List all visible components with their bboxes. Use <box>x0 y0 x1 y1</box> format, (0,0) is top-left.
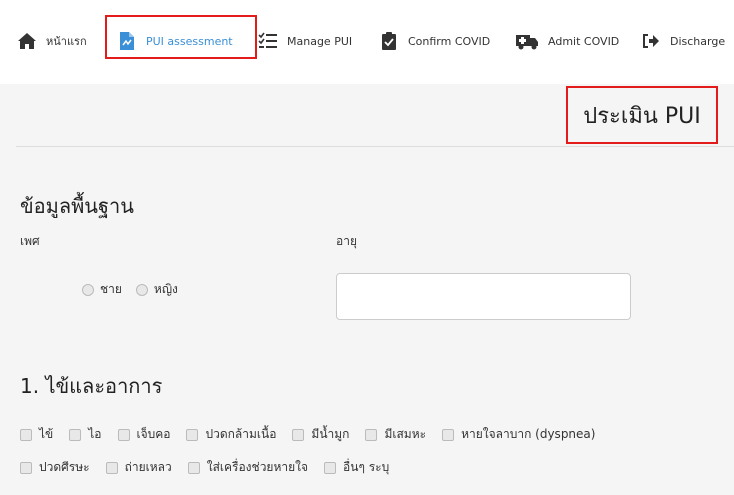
nav-manage-pui-label: Manage PUI <box>287 34 353 48</box>
basic-info-title: ข้อมูลพื้นฐาน <box>20 194 134 218</box>
symptoms-row-2: ปวดศีรษะ ถ่ายเหลว ใส่เครื่องช่วยหายใจ อื… <box>20 458 405 477</box>
age-input[interactable] <box>336 273 631 320</box>
symptom-label: ไอ <box>88 427 102 441</box>
clipboard-check-icon <box>378 30 400 52</box>
page-title: ประเมิน PUI <box>583 103 701 129</box>
checkbox[interactable] <box>324 461 337 474</box>
checkbox[interactable] <box>292 428 305 441</box>
ambulance-icon <box>514 30 540 52</box>
symptom-fever[interactable]: ไข้ <box>20 425 53 444</box>
checkbox[interactable] <box>20 428 32 441</box>
checkbox[interactable] <box>117 428 130 441</box>
symptom-label: ปวดกล้ามเนื้อ <box>205 427 277 441</box>
checkbox[interactable] <box>187 461 200 474</box>
symptom-muscle-pain[interactable]: ปวดกล้ามเนื้อ <box>186 425 276 444</box>
nav-confirm-covid[interactable]: Confirm COVID <box>378 26 490 56</box>
page-title-box: ประเมิน PUI <box>566 86 718 144</box>
symptom-sputum[interactable]: มีเสมหะ <box>365 425 426 444</box>
sex-radio-group: ชาย หญิง <box>82 280 192 299</box>
symptoms-row-1: ไข้ ไอ เจ็บคอ ปวดกล้ามเนื้อ มีน้ำมูก มีเ… <box>20 425 611 444</box>
nav-home[interactable]: หน้าแรก <box>16 26 87 56</box>
top-navbar: หน้าแรก PUI assessment Manage PUI Confir… <box>0 0 734 84</box>
sex-option-male-label: ชาย <box>100 282 122 296</box>
divider <box>16 146 734 147</box>
nav-admit-covid[interactable]: Admit COVID <box>514 26 619 56</box>
symptom-label: มีเสมหะ <box>384 427 427 441</box>
nav-home-label: หน้าแรก <box>46 35 87 48</box>
checklist-icon <box>257 30 279 52</box>
checkbox[interactable] <box>20 461 32 474</box>
symptom-sore-throat[interactable]: เจ็บคอ <box>117 425 171 444</box>
checkbox[interactable] <box>442 428 455 441</box>
symptom-headache[interactable]: ปวดศีรษะ <box>20 458 90 477</box>
home-icon <box>16 30 38 52</box>
symptom-label: เจ็บคอ <box>136 427 171 441</box>
symptom-other[interactable]: อื่นๆ ระบุ <box>324 458 389 477</box>
radio-male[interactable] <box>82 283 94 296</box>
nav-discharge[interactable]: Discharge <box>640 26 725 56</box>
nav-manage-pui[interactable]: Manage PUI <box>257 26 352 56</box>
symptom-label: อื่นๆ ระบุ <box>343 460 390 474</box>
checkbox[interactable] <box>365 428 378 441</box>
symptom-label: หายใจลาบาก (dyspnea) <box>461 427 596 441</box>
checkbox[interactable] <box>186 428 199 441</box>
nav-pui-assessment[interactable]: PUI assessment <box>105 15 257 59</box>
radio-female[interactable] <box>135 283 148 296</box>
symptom-runny-nose[interactable]: มีน้ำมูก <box>292 425 349 444</box>
symptom-label: ปวดศีรษะ <box>39 460 90 474</box>
sex-label: เพศ <box>20 234 40 248</box>
symptom-diarrhea[interactable]: ถ่ายเหลว <box>105 458 172 477</box>
symptom-dyspnea[interactable]: หายใจลาบาก (dyspnea) <box>442 425 595 444</box>
symptoms-title: 1. ไข้และอาการ <box>20 374 163 398</box>
checkbox[interactable] <box>105 461 118 474</box>
symptom-label: ใส่เครื่องช่วยหายใจ <box>206 460 309 474</box>
symptom-label: ถ่ายเหลว <box>124 460 172 474</box>
age-label: อายุ <box>336 234 357 248</box>
sex-option-male[interactable]: ชาย <box>82 280 122 299</box>
symptom-cough[interactable]: ไอ <box>69 425 102 444</box>
symptom-label: มีน้ำมูก <box>311 427 350 441</box>
symptom-label: ไข้ <box>39 427 54 441</box>
nav-confirm-covid-label: Confirm COVID <box>408 34 491 48</box>
nav-discharge-label: Discharge <box>670 34 726 48</box>
highlight-box <box>105 15 257 59</box>
checkbox[interactable] <box>69 428 82 441</box>
sex-option-female-label: หญิง <box>153 282 178 296</box>
symptom-ventilator[interactable]: ใส่เครื่องช่วยหายใจ <box>187 458 309 477</box>
sex-option-female[interactable]: หญิง <box>135 280 178 299</box>
nav-admit-covid-label: Admit COVID <box>548 34 620 48</box>
main-content: ประเมิน PUI ข้อมูลพื้นฐาน เพศ อายุ ชาย ห… <box>0 84 734 495</box>
sign-out-icon <box>640 30 662 52</box>
